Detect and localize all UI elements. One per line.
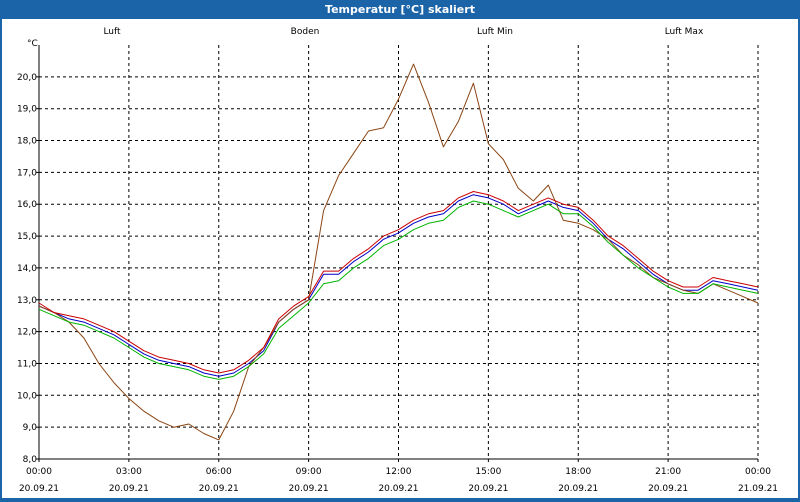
x-tick-label-date: 20.09.21	[19, 484, 59, 494]
y-tick-label: 11,0	[17, 359, 37, 369]
x-tick-label-date: 20.09.21	[199, 484, 239, 494]
chart-title: Temperatur [°C] skaliert	[325, 3, 475, 16]
x-tick-label-time: 06:00	[206, 467, 232, 477]
legend-entry-luft: Luft	[103, 27, 121, 37]
grid	[39, 45, 759, 459]
x-tick-label-date: 20.09.21	[558, 484, 598, 494]
plot-panel: °C 8,0 9,0 10,0 11,0 12,0 13,0 14,0 15,0 16,0 17,0…	[2, 19, 798, 498]
y-tick-label: 17,0	[17, 168, 37, 178]
x-tick-label-time: 18:00	[565, 467, 591, 477]
y-tick-label: 15,0	[17, 232, 37, 242]
x-tick-label-date: 20.09.21	[648, 484, 688, 494]
x-tick-label-time: 00:00	[26, 467, 52, 477]
chart-window: Temperatur [°C] skaliert °C 8,0 9,0 10,0 11,…	[0, 0, 800, 500]
temperature-chart: °C 8,0 9,0 10,0 11,0 12,0 13,0 14,0 15,0 16,0 17,0…	[17, 27, 778, 494]
x-tick-label-time: 00:00	[745, 467, 771, 477]
y-tick-label: 13,0	[17, 296, 37, 306]
axes: °C 8,0 9,0 10,0 11,0 12,0 13,0 14,0 15,0 16,0 17,0…	[17, 39, 778, 494]
x-tick-label-date: 20.09.21	[109, 484, 149, 494]
legend-entry-boden: Boden	[291, 27, 320, 37]
x-tick-label-date: 20.09.21	[378, 484, 418, 494]
y-tick-label: 9,0	[23, 423, 38, 433]
y-tick-label: 20,0	[17, 73, 37, 83]
y-tick-label: 14,0	[17, 264, 37, 274]
y-tick-label: 16,0	[17, 200, 37, 210]
x-tick-label-date: 20.09.21	[468, 484, 508, 494]
legend-entry-luft-min: Luft Min	[477, 27, 513, 37]
x-tick-label-date: 20.09.21	[289, 484, 329, 494]
x-tick-label-time: 03:00	[116, 467, 142, 477]
x-tick-label-time: 12:00	[386, 467, 412, 477]
y-axis-unit: °C	[27, 39, 38, 49]
y-tick-label: 8,0	[23, 455, 38, 465]
y-tick-label: 12,0	[17, 328, 37, 338]
y-tick-label: 18,0	[17, 137, 37, 147]
legend: Luft Boden Luft Min Luft Max	[103, 27, 704, 37]
x-tick-label-time: 21:00	[655, 467, 681, 477]
y-tick-label: 19,0	[17, 105, 37, 115]
legend-entry-luft-max: Luft Max	[665, 27, 704, 37]
x-tick-label-time: 15:00	[475, 467, 501, 477]
y-tick-label: 10,0	[17, 391, 37, 401]
x-tick-label-date: 21.09.21	[738, 484, 778, 494]
x-tick-label-time: 09:00	[296, 467, 322, 477]
